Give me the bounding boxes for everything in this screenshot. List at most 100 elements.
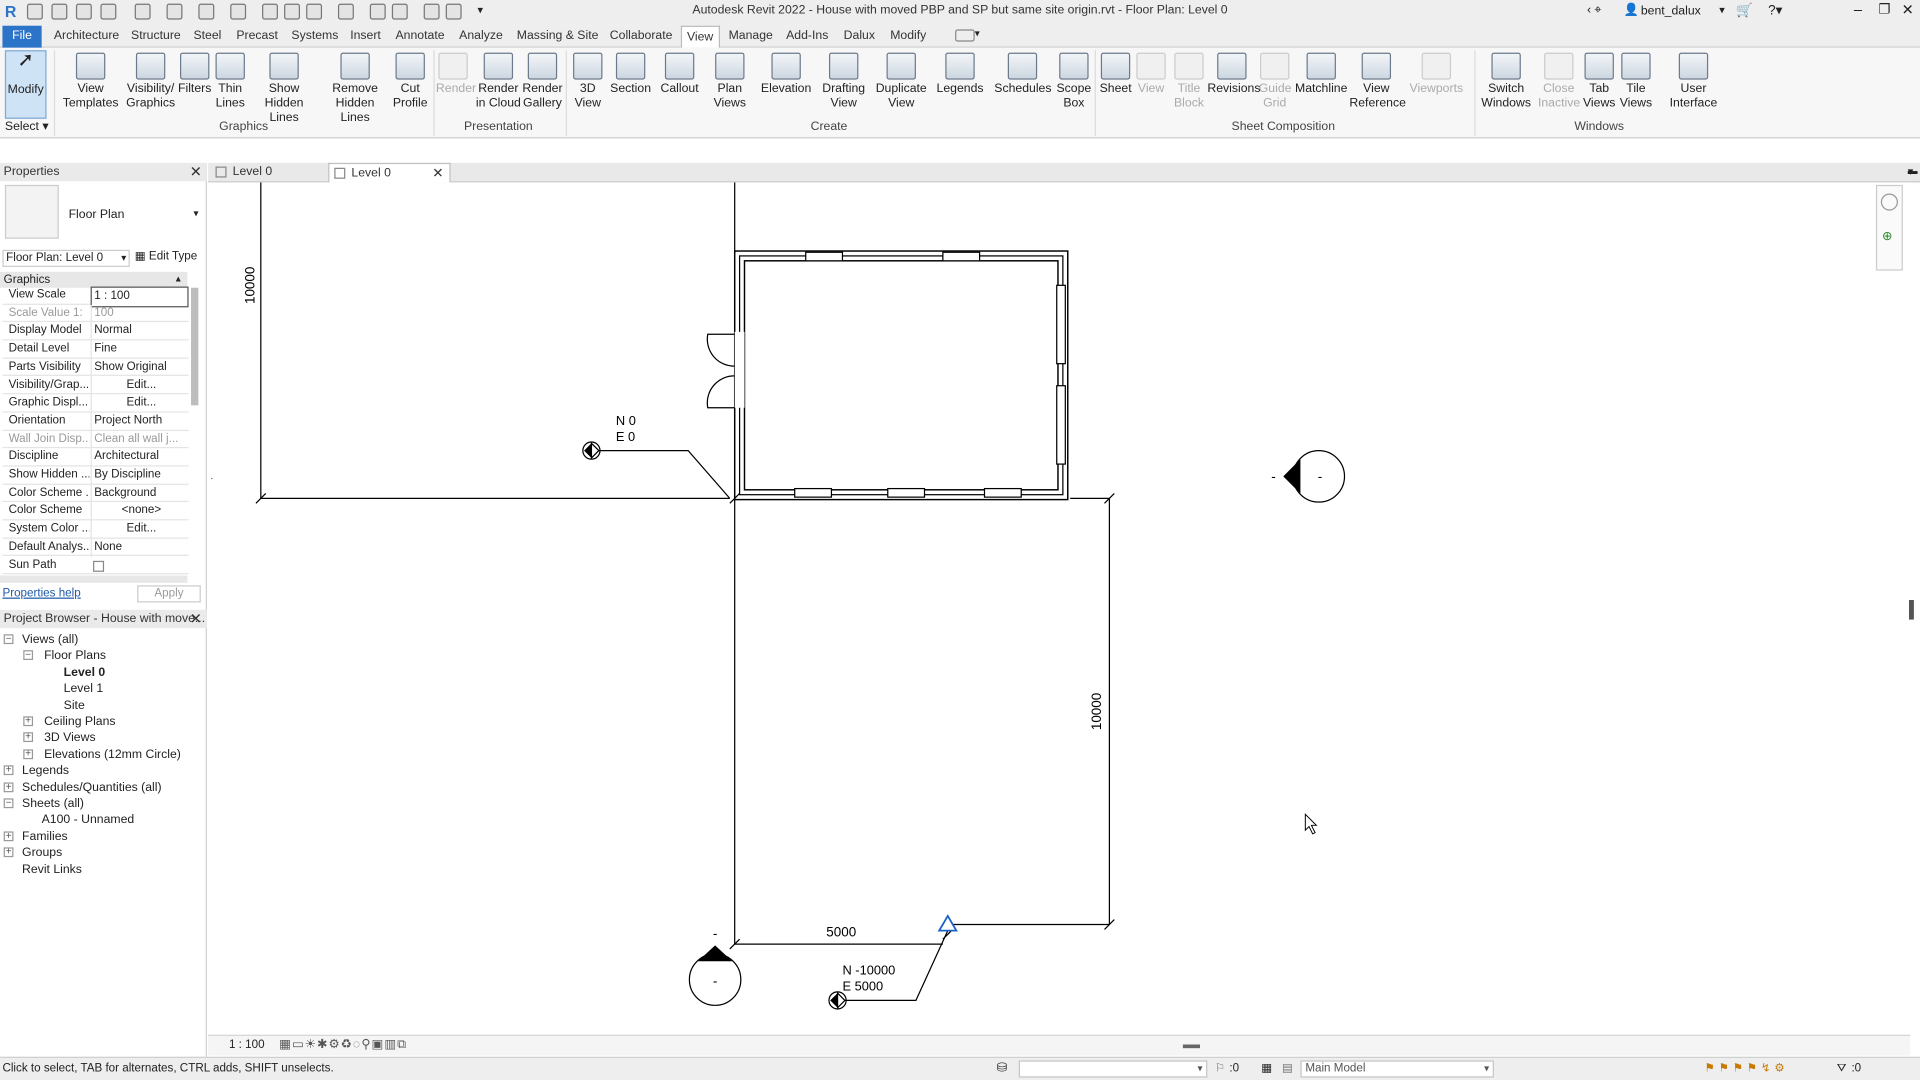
instance-selector[interactable]: Floor Plan: Level 0 ▾ (2, 249, 130, 267)
section-button[interactable]: Section (610, 50, 652, 119)
dimension-left[interactable]: 10000 (243, 267, 258, 304)
filter-icon[interactable]: ⛛ (1837, 1058, 1847, 1080)
browser-item[interactable]: Floor Plans (44, 648, 106, 664)
expand-icon[interactable]: + (3, 831, 14, 841)
steering-wheel-icon[interactable] (1880, 193, 1898, 211)
property-value[interactable]: Background (90, 484, 189, 503)
callout-button[interactable]: Callout (658, 50, 702, 119)
property-value[interactable]: Fine (90, 340, 189, 359)
elevation-marker-south-arrow[interactable] (697, 945, 733, 962)
tab-manage[interactable]: Manage (724, 26, 778, 48)
drawing-canvas[interactable]: . 10000 10000 5000 N 0 E 0 N -10000 E 50… (208, 182, 1911, 1035)
browser-item[interactable]: Schedules/Quantities (all) (22, 780, 162, 796)
tab-massing-site[interactable]: Massing & Site (512, 26, 603, 48)
property-row[interactable]: Discipline Architectural (2, 448, 189, 467)
workset-selector[interactable]: ▾ (1018, 1060, 1208, 1078)
browser-item[interactable]: Ceiling Plans (44, 714, 115, 730)
property-row[interactable]: Default Analys... None (2, 538, 189, 557)
design-options-icon-2[interactable]: ▤ (1282, 1058, 1293, 1080)
schedules-button[interactable]: Schedules (994, 50, 1051, 119)
show-hidden-lines-button[interactable]: Show Hidden Lines (249, 50, 320, 125)
property-value[interactable]: Show Original (90, 358, 189, 377)
browser-item[interactable]: Revit Links (22, 862, 82, 878)
user-menu-icon[interactable]: ▾ (1719, 4, 1725, 17)
view-tab-level-0-active[interactable]: Level 0 ✕ (328, 162, 451, 184)
cart-icon[interactable]: 🛒 (1736, 2, 1753, 19)
3d-view-button[interactable]: 3D View (572, 50, 604, 119)
property-row[interactable]: Parts Visibility Show Original (2, 358, 189, 377)
browser-item[interactable]: Elevations (12mm Circle) (44, 747, 181, 763)
view-reference-button[interactable]: View Reference (1349, 50, 1406, 119)
collapse-icon[interactable]: − (3, 798, 14, 809)
tab-analyze[interactable]: Analyze (454, 26, 507, 48)
window[interactable] (794, 487, 833, 498)
legends-button[interactable]: Legends (936, 50, 985, 119)
browser-item[interactable]: Families (22, 829, 68, 845)
collapse-icon[interactable]: − (3, 634, 14, 645)
expand-icon[interactable]: + (23, 732, 34, 743)
guide-grid-button[interactable]: Guide Grid (1259, 50, 1291, 119)
drafting-view-button[interactable]: Drafting View (820, 50, 867, 119)
matchline-button[interactable]: Matchline (1293, 50, 1349, 119)
door-swing[interactable] (706, 375, 735, 409)
design-options-icon[interactable]: ▦ (1261, 1058, 1272, 1080)
window[interactable] (983, 487, 1022, 498)
property-row[interactable]: Color Scheme <none> (2, 502, 189, 521)
zoom-icon[interactable]: ⊕ (1882, 230, 1892, 243)
wall-core-outer[interactable] (738, 255, 1064, 496)
browser-item[interactable]: Level 1 (64, 681, 103, 697)
property-edit-button[interactable]: Edit... (90, 394, 189, 413)
window[interactable] (805, 251, 844, 262)
property-row[interactable]: Wall Join Disp... Clean all wall j... (2, 430, 189, 449)
sheet-button[interactable]: Sheet (1100, 50, 1132, 119)
scope-box-button[interactable]: Scope Box (1056, 50, 1093, 119)
property-row[interactable]: Visibility/Grap... Edit... (2, 376, 189, 395)
render-button[interactable]: Render (436, 50, 476, 119)
tab-modify[interactable]: Modify (885, 26, 931, 48)
property-value[interactable]: Project North (90, 412, 189, 431)
tab-systems[interactable]: Systems (287, 26, 344, 48)
properties-scrollbar[interactable] (191, 287, 199, 406)
graphics-group-header[interactable]: Graphics ▲ (0, 271, 188, 288)
tab-add-ins[interactable]: Add-Ins (781, 26, 833, 48)
tab-steel[interactable]: Steel (189, 26, 227, 48)
duplicate-view-button[interactable]: Duplicate View (873, 50, 929, 119)
expand-icon[interactable]: + (3, 847, 14, 858)
property-value[interactable]: Normal (90, 322, 189, 341)
tab-architecture[interactable]: Architecture (49, 26, 124, 48)
browser-item[interactable]: 3D Views (44, 730, 96, 746)
property-edit-button[interactable]: Edit... (90, 376, 189, 395)
tab-collaborate[interactable]: Collaborate (605, 26, 677, 48)
window[interactable] (1056, 385, 1066, 465)
browser-item[interactable]: Groups (22, 845, 62, 861)
browser-item[interactable]: Site (64, 697, 85, 713)
close-inactive-button[interactable]: Close Inactive (1538, 50, 1580, 119)
window[interactable] (887, 487, 926, 498)
property-value[interactable]: Architectural (90, 448, 189, 467)
tab-file[interactable]: File (2, 25, 42, 48)
tile-views-button[interactable]: Tile Views (1619, 50, 1653, 119)
tab-structure[interactable]: Structure (126, 26, 185, 48)
property-edit-button[interactable]: <none> (90, 502, 189, 521)
property-row[interactable]: Color Scheme ... Background (2, 484, 189, 503)
property-value[interactable]: None (90, 538, 189, 557)
expand-icon[interactable]: + (23, 716, 34, 727)
help-icon[interactable]: ?▾ (1768, 2, 1782, 19)
property-value[interactable]: 100 (90, 304, 189, 323)
wall-exterior[interactable] (733, 250, 1069, 501)
property-row[interactable]: Orientation Project North (2, 412, 189, 431)
restore-icon[interactable]: ❐ (1878, 1, 1890, 17)
elevation-button[interactable]: Elevation (759, 50, 813, 119)
ribbon-toggle-menu-icon[interactable]: ▾ (975, 28, 980, 39)
tab-view[interactable]: View (680, 25, 720, 48)
design-option-selector[interactable]: Main Model ▾ (1300, 1060, 1494, 1078)
tab-precast[interactable]: Precast (231, 26, 282, 48)
collapse-icon[interactable]: − (23, 650, 34, 661)
canvas-menu-icon[interactable]: ▬ (1908, 165, 1918, 176)
apply-button[interactable]: Apply (137, 585, 201, 603)
switch-windows-button[interactable]: Switch Windows (1479, 50, 1533, 119)
close-tab-icon[interactable]: ✕ (432, 164, 443, 184)
title-block-button[interactable]: Title Block (1173, 50, 1205, 119)
property-row[interactable]: Show Hidden ... By Discipline (2, 466, 189, 485)
view-tab-level-0-inactive[interactable]: Level 0 (211, 163, 329, 183)
